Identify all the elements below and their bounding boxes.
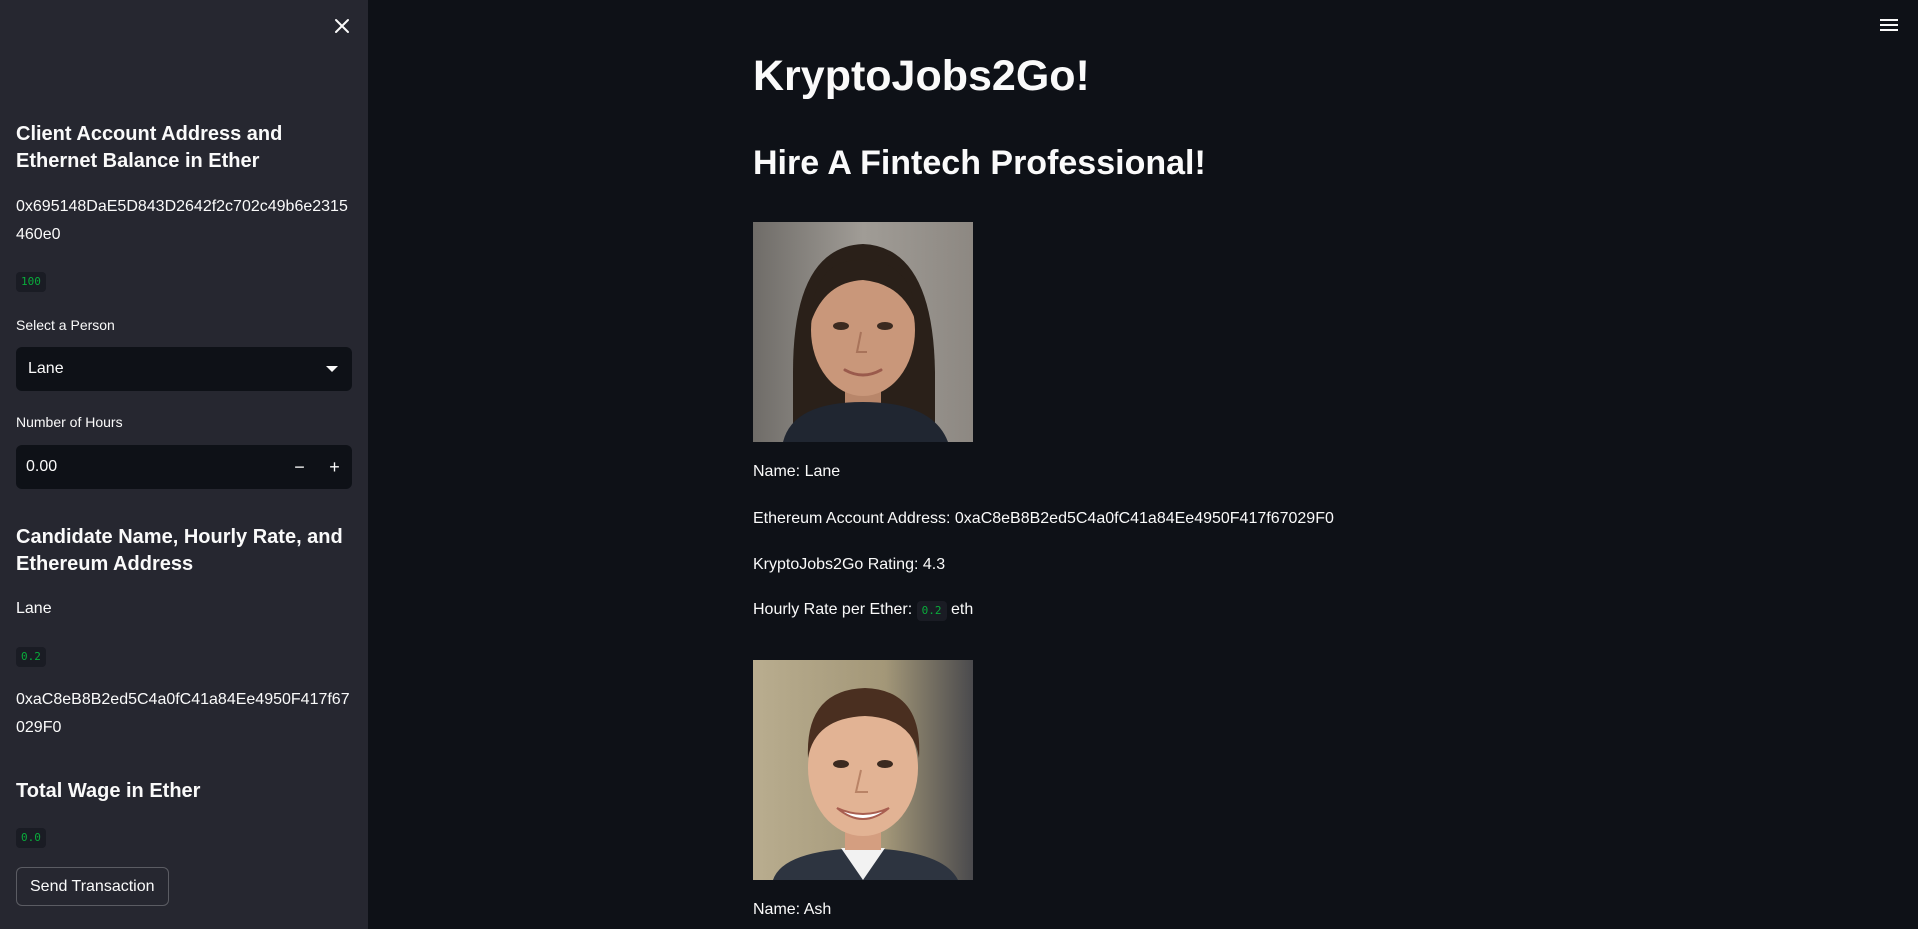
- client-balance-value: 100: [16, 272, 46, 292]
- hours-input[interactable]: [16, 445, 282, 489]
- client-address: 0x695148DaE5D843D2642f2c702c49b6e2315460…: [16, 198, 348, 243]
- candidate-name-line: Name: Lane: [753, 463, 841, 480]
- candidate-photo-ash: [753, 660, 973, 880]
- select-person-dropdown[interactable]: Lane: [16, 347, 352, 391]
- candidate-rate: 0.2: [16, 647, 352, 667]
- rate-value: 0.2: [916, 601, 947, 621]
- page-title: KryptoJobs2Go!: [753, 52, 1090, 100]
- candidate-rate-line: Hourly Rate per Ether: 0.2 eth: [753, 599, 973, 621]
- candidate-rate-value: 0.2: [16, 647, 46, 667]
- select-person-value: Lane: [28, 360, 64, 377]
- candidate-name-line-ash: Name: Ash: [753, 901, 832, 918]
- hours-stepper: − +: [16, 445, 352, 489]
- hamburger-menu-icon[interactable]: [1880, 14, 1904, 36]
- rate-suffix: eth: [950, 601, 974, 618]
- select-person-label: Select a Person: [16, 317, 115, 333]
- candidate-heading: Candidate Name, Hourly Rate, and Ethereu…: [16, 526, 343, 575]
- rate-prefix: Hourly Rate per Ether:: [753, 601, 913, 618]
- send-transaction-wrapper: Send Transaction: [16, 867, 352, 906]
- candidate-name: Lane: [16, 600, 52, 617]
- close-icon[interactable]: [328, 12, 356, 40]
- wage-heading: Total Wage in Ether: [16, 780, 201, 802]
- client-balance: 100: [16, 272, 352, 292]
- wage-display: 0.0: [16, 828, 352, 848]
- candidate-photo-lane: [753, 222, 973, 442]
- page-subtitle: Hire A Fintech Professional!: [753, 144, 1206, 182]
- send-transaction-button[interactable]: Send Transaction: [16, 867, 169, 906]
- candidate-rating-line: KryptoJobs2Go Rating: 4.3: [753, 556, 946, 573]
- sidebar: Client Account Address and Ethernet Bala…: [0, 0, 368, 929]
- chevron-down-icon: [326, 366, 338, 372]
- client-account-heading: Client Account Address and Ethernet Bala…: [16, 123, 283, 172]
- candidate-address: 0xaC8eB8B2ed5C4a0fC41a84Ee4950F417f67029…: [16, 691, 350, 736]
- wage-value: 0.0: [16, 828, 46, 848]
- candidate-address-line: Ethereum Account Address: 0xaC8eB8B2ed5C…: [753, 510, 1334, 527]
- hours-increment-button[interactable]: +: [317, 445, 352, 489]
- app-root: Client Account Address and Ethernet Bala…: [0, 0, 1918, 929]
- hours-decrement-button[interactable]: −: [282, 445, 317, 489]
- hours-label: Number of Hours: [16, 414, 123, 430]
